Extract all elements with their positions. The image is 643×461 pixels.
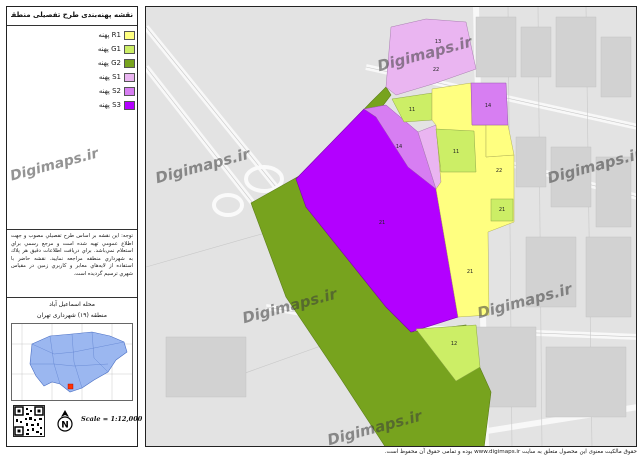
zone-label: 21 — [467, 269, 473, 275]
legend-item-r1: پهنه R1 — [77, 31, 135, 42]
location-marker — [67, 383, 74, 390]
legend-item-g2: پهنه G2 — [77, 59, 135, 70]
map-scale: Scale = 1:12,000 — [81, 415, 143, 423]
neighborhood-name: محله اسماعیل آباد — [49, 301, 95, 308]
map-sheet: نقشه پهنه‌بندی طرح تفصیلی منطقه پهنه R1 … — [0, 0, 643, 461]
legend-item-s2: پهنه S2 — [77, 87, 135, 98]
watermark: Digimaps.ir — [8, 145, 101, 185]
zone-label: 21 — [379, 220, 385, 226]
zone-label: 12 — [451, 341, 457, 347]
legend-label-g1: پهنه G1 — [97, 45, 121, 53]
legend-label-r1: پهنه R1 — [98, 31, 121, 39]
locator-map-graphic — [12, 324, 132, 400]
legend-swatch-s1 — [124, 73, 135, 82]
legend-label-s1: پهنه S1 — [98, 73, 121, 81]
qr-code — [13, 405, 45, 437]
zone-label: 14 — [485, 103, 491, 109]
zone-label: 11 — [409, 107, 415, 113]
svg-text:N: N — [61, 421, 69, 431]
map-note: توجه: اين نقشه بر اساس طرح تفصيلي مصوب و… — [11, 233, 133, 277]
zoning-map: 22 11 14 14 11 22 21 21 21 12 13 — [146, 7, 636, 446]
district-divider — [7, 297, 137, 298]
copyright-notice: حقوق مالکیت معنوی این محصول متعلق به سای… — [384, 449, 637, 455]
north-arrow-icon: N — [55, 409, 75, 433]
zone-label: 11 — [453, 149, 459, 155]
zone-label: 14 — [396, 144, 402, 150]
legend-label-g2: پهنه G2 — [97, 59, 121, 67]
zone-label: 22 — [433, 67, 439, 73]
legend-swatch-g2 — [124, 59, 135, 68]
legend-item-g1: پهنه G1 — [77, 45, 135, 56]
note-divider — [7, 229, 137, 230]
map-title: نقشه پهنه‌بندی طرح تفصیلی منطقه — [11, 11, 133, 19]
legend-swatch-g1 — [124, 45, 135, 54]
legend-swatch-r1 — [124, 31, 135, 40]
locator-map — [11, 323, 133, 401]
zone-label: 21 — [499, 207, 505, 213]
legend-item-s1: پهنه S1 — [77, 73, 135, 84]
legend-label-s3: پهنه S3 — [98, 101, 121, 109]
legend-panel: نقشه پهنه‌بندی طرح تفصیلی منطقه پهنه R1 … — [6, 6, 143, 447]
map-frame: 22 11 14 14 11 22 21 21 21 12 13 Digimap… — [145, 6, 637, 447]
legend-item-s3: پهنه S3 — [77, 101, 135, 112]
legend-label-s2: پهنه S2 — [98, 87, 121, 95]
legend-swatch-s2 — [124, 87, 135, 96]
municipality-name: منطقه (۱۹) شهرداری تهران — [37, 312, 107, 319]
zone-label: 22 — [496, 168, 502, 174]
title-divider — [7, 25, 137, 26]
legend-swatch-s3 — [124, 101, 135, 110]
